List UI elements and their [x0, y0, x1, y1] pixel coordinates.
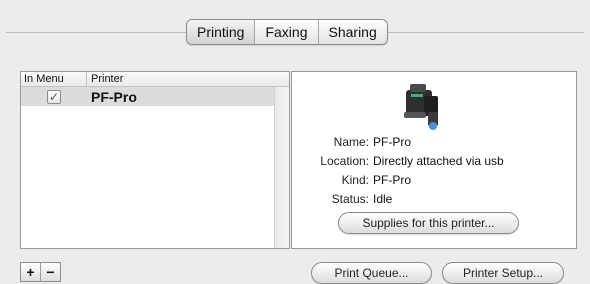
in-menu-checkbox[interactable]: ✓ [47, 89, 61, 104]
location-value: Directly attached via usb [373, 154, 504, 168]
kind-label: Kind: [341, 173, 369, 187]
add-printer-button[interactable]: + [21, 263, 40, 281]
print-queue-button[interactable]: Print Queue... [311, 262, 432, 284]
tab-bar: Printing Faxing Sharing [186, 19, 388, 45]
printer-icon [404, 84, 438, 130]
printer-list: In Menu Printer ✓ PF-Pro [20, 71, 290, 249]
list-header: In Menu Printer [21, 72, 289, 87]
add-remove-control: + − [20, 262, 61, 282]
column-header-in-menu[interactable]: In Menu [21, 72, 87, 86]
supplies-button[interactable]: Supplies for this printer... [338, 212, 519, 234]
status-label: Status: [331, 192, 369, 206]
remove-printer-button[interactable]: − [40, 263, 60, 281]
printer-info: Name: PF-Pro Location: Directly attached v… [292, 133, 576, 209]
tab-faxing[interactable]: Faxing [254, 20, 317, 44]
printer-name: PF-Pro [91, 88, 137, 105]
location-label: Location: [320, 154, 369, 168]
scrollbar[interactable] [274, 87, 289, 248]
name-value: PF-Pro [373, 135, 412, 149]
printer-setup-button[interactable]: Printer Setup... [442, 262, 564, 284]
kind-value: PF-Pro [373, 173, 412, 187]
name-label: Name: [333, 135, 369, 149]
status-value: Idle [373, 192, 393, 206]
column-header-printer[interactable]: Printer [87, 72, 123, 86]
tab-sharing[interactable]: Sharing [317, 20, 387, 44]
table-row[interactable]: ✓ PF-Pro [21, 87, 275, 106]
tab-printing[interactable]: Printing [187, 20, 255, 44]
